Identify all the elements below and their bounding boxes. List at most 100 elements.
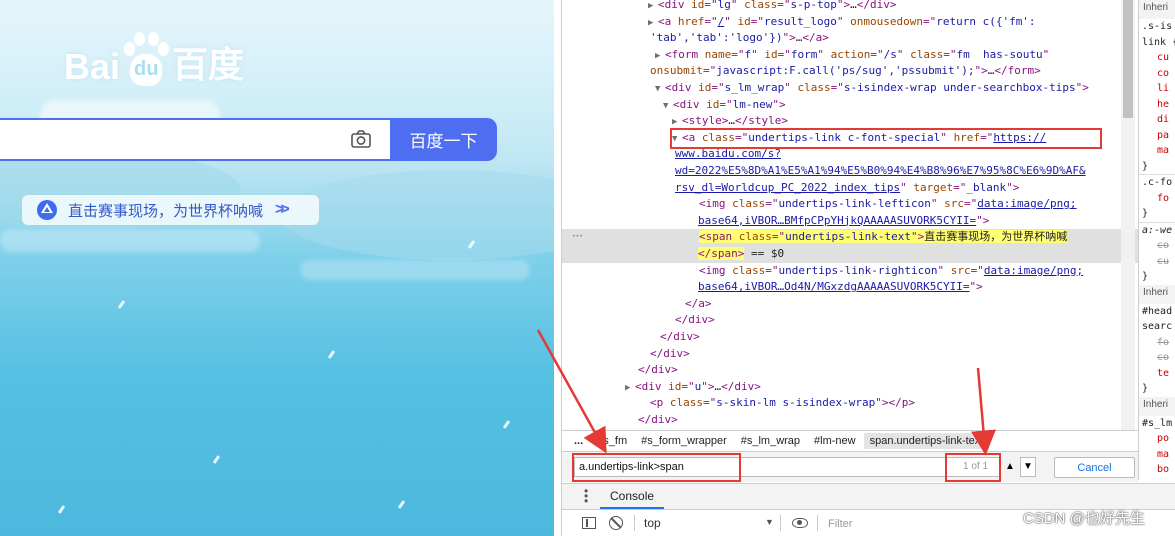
breadcrumb-item[interactable]: #s_lm_wrap bbox=[741, 435, 800, 447]
dom-node-line[interactable]: wd=2022%E5%8D%A1%E5%A1%94%E5%B0%94%E4%B8… bbox=[562, 163, 1138, 180]
style-selector[interactable]: #s_lm bbox=[1139, 416, 1175, 432]
attr-value-token: undertips-link-text bbox=[785, 230, 911, 244]
tag-token: " bbox=[900, 180, 914, 194]
attr-value-token: _blank bbox=[966, 180, 1007, 194]
attr-name-token: class bbox=[744, 0, 778, 11]
tag-token: "> bbox=[974, 64, 988, 78]
dom-node-line[interactable]: 'tab','tab':'logo'})">…</a> bbox=[562, 30, 1138, 47]
tag-token: =" bbox=[719, 97, 733, 111]
style-selector[interactable]: .c-fo bbox=[1139, 174, 1175, 191]
style-property[interactable]: po bbox=[1139, 431, 1175, 447]
worldcup-tips-link[interactable]: 直击赛事现场，为世界杯呐喊 >> bbox=[22, 195, 319, 225]
attr-name-token: id bbox=[668, 379, 682, 393]
tag-token: </span> bbox=[698, 247, 745, 260]
elements-tree[interactable]: ▶ <div id="lg" class="s-p-top">…</div> ▶ <a… bbox=[562, 0, 1138, 430]
style-property[interactable]: co bbox=[1139, 238, 1175, 254]
dom-node-line[interactable]: <img class="undertips-link-righticon" sr… bbox=[562, 263, 1138, 280]
style-property[interactable]: ma bbox=[1139, 447, 1175, 463]
link-token: base64,iVBOR…Od4N/MGxzdgAAAAASUVORK5CYII… bbox=[698, 280, 970, 294]
attr-value-token: form bbox=[790, 47, 818, 61]
dom-node-line[interactable]: ▶ <form name="f" id="form" action="/s" cl… bbox=[562, 47, 1138, 64]
chevron-down-icon[interactable]: ▼ bbox=[1020, 457, 1036, 477]
dom-node-line[interactable]: </div> bbox=[562, 412, 1138, 429]
breadcrumb-item[interactable]: #s_fm bbox=[597, 435, 627, 447]
collapse-arrow-icon[interactable]: ▼ bbox=[655, 81, 665, 98]
style-property[interactable]: fo bbox=[1139, 335, 1175, 351]
breadcrumb-item[interactable]: #lm-new bbox=[814, 435, 856, 447]
style-property[interactable]: le bbox=[1139, 478, 1175, 481]
tag-token: " bbox=[1042, 47, 1050, 61]
dom-node-line[interactable]: ▶ <div id="u">…</div> bbox=[562, 379, 1138, 396]
search-button[interactable]: 百度一下 bbox=[390, 118, 497, 161]
style-property[interactable]: co bbox=[1139, 350, 1175, 366]
tag-token: =" bbox=[963, 197, 978, 211]
style-property[interactable]: li bbox=[1139, 81, 1175, 97]
search-input[interactable] bbox=[0, 118, 390, 161]
style-property[interactable]: cu bbox=[1139, 50, 1175, 66]
dom-node-line[interactable]: </div> bbox=[562, 362, 1138, 379]
style-property[interactable]: cu bbox=[1139, 254, 1175, 270]
elements-scrollbar[interactable] bbox=[1121, 0, 1135, 430]
dom-node-line[interactable]: </a> bbox=[562, 296, 1138, 313]
context-select[interactable]: top bbox=[644, 516, 661, 530]
dom-node-line[interactable]: base64,iVBOR…BMfpCPpYHjkQAAAAASUVORK5CYI… bbox=[562, 213, 1138, 230]
style-property[interactable]: co bbox=[1139, 66, 1175, 82]
style-property[interactable]: bo bbox=[1139, 462, 1175, 478]
dom-node-line[interactable]: ▼ <div id="lm-new"> bbox=[562, 97, 1138, 114]
style-property[interactable]: he bbox=[1139, 97, 1175, 113]
tab-console[interactable]: Console bbox=[600, 484, 665, 509]
baidu-logo[interactable]: Bai du 百度 bbox=[64, 22, 244, 88]
dropdown-arrow-icon[interactable]: ▼ bbox=[765, 517, 774, 527]
camera-icon[interactable] bbox=[350, 128, 372, 150]
eye-icon[interactable] bbox=[792, 518, 808, 528]
tag-token: "> bbox=[701, 379, 715, 393]
attr-value-token: undertips-link-lefticon bbox=[778, 197, 931, 211]
dom-node-line[interactable]: </div> bbox=[562, 346, 1138, 363]
dom-node-line[interactable]: </span> == $0 bbox=[562, 246, 1138, 263]
style-property[interactable]: te bbox=[1139, 366, 1175, 382]
tag-token: </p> bbox=[888, 396, 915, 410]
tag-token: <img bbox=[699, 263, 733, 277]
expand-arrow-icon[interactable]: ▶ bbox=[648, 15, 658, 32]
breadcrumb-active-item[interactable]: span.undertips-link-text bbox=[863, 433, 990, 449]
dom-node-line[interactable]: <img class="undertips-link-lefticon" src… bbox=[562, 196, 1138, 213]
dom-node-line[interactable]: ▼ <div id="s_lm_wrap" class="s-isindex-wr… bbox=[562, 80, 1138, 97]
node-menu-ellipsis[interactable]: ••• bbox=[572, 229, 583, 245]
style-property[interactable]: pa bbox=[1139, 128, 1175, 144]
style-property[interactable]: di bbox=[1139, 112, 1175, 128]
expand-arrow-icon[interactable]: ▶ bbox=[655, 48, 665, 65]
expand-arrow-icon[interactable]: ▶ bbox=[625, 380, 635, 397]
chevron-up-icon[interactable]: ▲ bbox=[1002, 457, 1018, 477]
collapse-arrow-icon[interactable]: ▼ bbox=[663, 98, 673, 115]
style-property[interactable]: fo bbox=[1139, 191, 1175, 207]
tag-token: <div bbox=[665, 81, 699, 94]
breadcrumb-item[interactable]: #s_form_wrapper bbox=[641, 435, 727, 447]
dom-node-line[interactable]: ▶ <div id="lg" class="s-p-top">…</div> bbox=[562, 0, 1138, 14]
tag-token: =" bbox=[711, 81, 725, 94]
dom-node-line[interactable]: <span class="undertips-link-text">直击赛事现场… bbox=[562, 229, 1138, 247]
dom-node-line[interactable]: <p class="s-skin-lm s-isindex-wrap"></p> bbox=[562, 395, 1138, 412]
cancel-button[interactable]: Cancel bbox=[1054, 457, 1135, 478]
dom-node-line[interactable]: onsubmit="javascript:F.call('ps/sug','ps… bbox=[562, 63, 1138, 80]
filter-input[interactable]: Filter bbox=[824, 515, 1024, 533]
scroll-thumb[interactable] bbox=[1123, 0, 1133, 118]
tag-token: "> bbox=[976, 213, 990, 227]
expand-arrow-icon[interactable]: ▶ bbox=[648, 0, 658, 15]
style-selector[interactable]: .s-is bbox=[1139, 19, 1175, 35]
dom-node-line[interactable]: ▶ <a href="/" id="result_logo" onmousedow… bbox=[562, 14, 1138, 31]
style-property[interactable]: ma bbox=[1139, 143, 1175, 159]
tag-token: " bbox=[784, 81, 798, 94]
sidebar-toggle-icon[interactable] bbox=[582, 517, 596, 529]
text-token: 直击赛事现场，为世界杯呐喊 bbox=[924, 230, 1068, 244]
clear-console-icon[interactable] bbox=[609, 516, 623, 530]
tag-token: </form> bbox=[994, 64, 1041, 78]
dom-node-line[interactable]: base64,iVBOR…Od4N/MGxzdgAAAAASUVORK5CYII… bbox=[562, 279, 1138, 296]
dom-node-line[interactable]: </div> bbox=[562, 312, 1138, 329]
style-selector[interactable]: #head bbox=[1139, 304, 1175, 320]
dom-node-line[interactable]: rsv_dl=Worldcup_PC_2022_index_tips" targ… bbox=[562, 180, 1138, 197]
attr-name-token: class bbox=[732, 197, 766, 211]
style-selector[interactable]: a:-we bbox=[1139, 221, 1175, 239]
dom-node-line[interactable]: </div> bbox=[562, 329, 1138, 346]
breadcrumb-ellipsis[interactable]: ... bbox=[574, 435, 583, 447]
kebab-menu-icon[interactable]: • • • bbox=[584, 485, 590, 507]
